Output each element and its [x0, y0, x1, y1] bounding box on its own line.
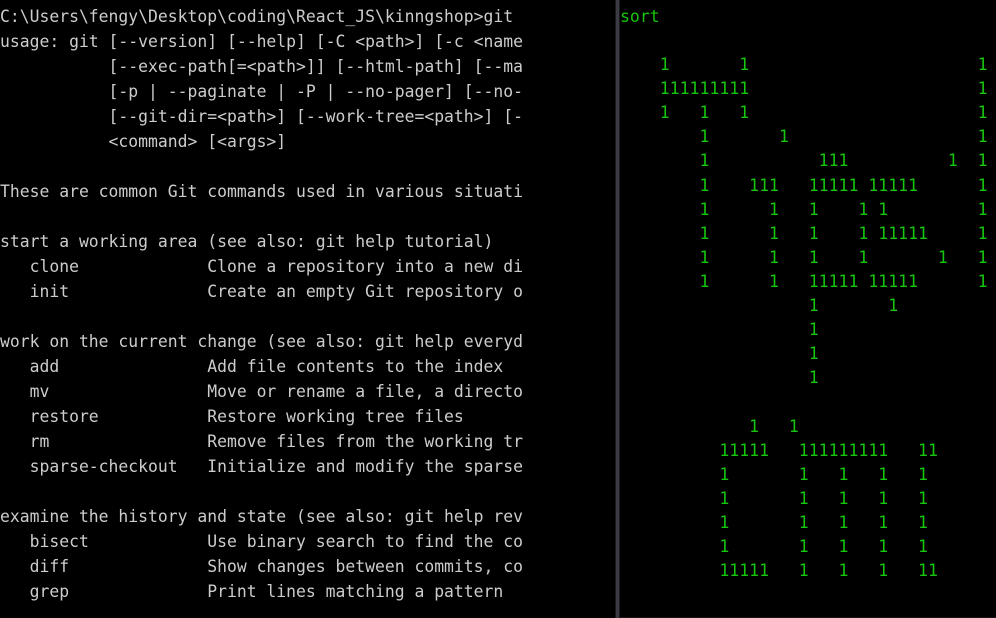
ascii-art-line: 1 1 1 1 11111 1 — [620, 223, 988, 243]
terminal-line: mv Move or rename a file, a directo — [0, 382, 524, 401]
terminal-line: start a working area (see also: git help… — [0, 232, 494, 251]
terminal-line: init Create an empty Git repository o — [0, 282, 524, 301]
sort-command-text: sort — [620, 7, 660, 26]
ascii-art-line: 111111111 1 — [620, 79, 988, 99]
terminal-line: [-p | --paginate | -P | --no-pager] [--n… — [0, 82, 524, 101]
terminal-line: [--git-dir=<path>] [--work-tree=<path>] … — [0, 107, 524, 126]
right-terminal-pane[interactable]: sort 1 1 1 111111111 1 1 1 1 1 1 1 1 1 1… — [620, 0, 996, 618]
ascii-art-line: 1 1 1 1 1 — [620, 464, 928, 484]
ascii-art-line: 11111 1 1 1 11 — [620, 561, 938, 581]
left-terminal-pane[interactable]: C:\Users\fengy\Desktop\coding\React_JS\k… — [0, 0, 615, 618]
ascii-art-line: 1 1 1 — [620, 55, 988, 75]
ascii-art-line: 11111 111111111 11 — [620, 440, 938, 460]
ascii-art-line: 1 1 1 1 1 — [620, 512, 928, 532]
terminal-line: bisect Use binary search to find the co — [0, 532, 524, 551]
terminal-line: restore Restore working tree files — [0, 407, 464, 426]
terminal-line: sparse-checkout Initialize and modify th… — [0, 457, 524, 476]
scrollbar-thumb[interactable] — [616, 0, 619, 618]
ascii-art-line: 1 1 1 1 — [620, 103, 988, 123]
ascii-art-banner: 1 1 1 111111111 1 1 1 1 1 1 1 1 1 111 1 … — [620, 29, 988, 583]
ascii-art-line: 1 1 11111 11111 1 — [620, 271, 988, 291]
ascii-art-line: 1 111 11111 11111 1 — [620, 175, 988, 195]
terminal-line: examine the history and state (see also:… — [0, 507, 524, 526]
ascii-art-line: 1 111 1 1 — [620, 151, 988, 171]
ascii-art-line: 1 — [620, 320, 819, 340]
ascii-art-line — [620, 390, 988, 414]
terminal-line: work on the current change (see also: gi… — [0, 332, 524, 351]
ascii-art-line: 1 1 1 1 1 1 — [620, 247, 988, 267]
ascii-art-line: 1 — [620, 368, 819, 388]
terminal-line: <command> [<args>] — [0, 132, 287, 151]
terminal-line: rm Remove files from the working tr — [0, 432, 524, 451]
ascii-art-line: 1 — [620, 344, 819, 364]
ascii-art-line: 1 1 1 1 1 — [620, 536, 928, 556]
terminal-line: clone Clone a repository into a new di — [0, 257, 524, 276]
terminal-line: [--exec-path[=<path>]] [--html-path] [--… — [0, 57, 524, 76]
ascii-art-line: 1 1 — [620, 296, 899, 316]
terminal-line: These are common Git commands used in va… — [0, 182, 524, 201]
terminal-window: C:\Users\fengy\Desktop\coding\React_JS\k… — [0, 0, 996, 618]
terminal-line: grep Print lines matching a pattern — [0, 582, 504, 601]
ascii-art-line: 1 1 1 1 1 1 — [620, 199, 988, 219]
terminal-line: add Add file contents to the index — [0, 357, 504, 376]
git-usage-output: C:\Users\fengy\Desktop\coding\React_JS\k… — [0, 4, 523, 604]
ascii-art-line: 1 1 — [620, 416, 799, 436]
ascii-art-line — [620, 29, 988, 53]
terminal-line: C:\Users\fengy\Desktop\coding\React_JS\k… — [0, 7, 514, 26]
terminal-line: diff Show changes between commits, co — [0, 557, 524, 576]
ascii-art-line: 1 1 1 — [620, 127, 988, 147]
ascii-art-line: 1 1 1 1 1 — [620, 488, 928, 508]
terminal-line: usage: git [--version] [--help] [-C <pat… — [0, 32, 524, 51]
